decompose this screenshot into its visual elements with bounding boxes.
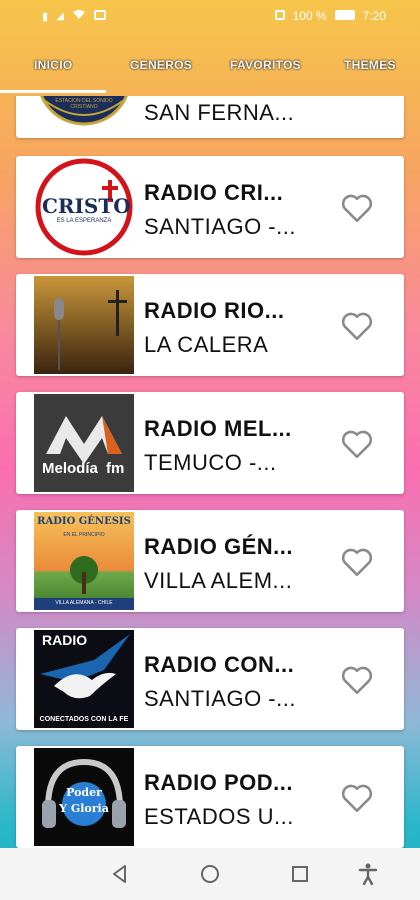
tab-inicio[interactable]: INICIO xyxy=(34,58,72,72)
station-logo: Poder Y Gloria xyxy=(34,748,134,846)
favorite-heart-icon[interactable] xyxy=(340,664,374,696)
signal-icon: ◢ xyxy=(56,10,64,22)
station-title: RADIO POD... xyxy=(144,770,294,795)
tab-bar: INICIO GENEROS FAVORITOS THEMES xyxy=(0,34,420,96)
favorite-heart-icon[interactable] xyxy=(340,782,374,814)
clock: 7:20 xyxy=(362,9,386,23)
recents-icon[interactable] xyxy=(288,862,312,886)
station-card[interactable]: RADIO GÉNESIS EN EL PRINCIPIO VILLA ALEM… xyxy=(16,510,404,612)
station-title: RADIO CRI... xyxy=(144,180,284,205)
station-card[interactable]: ESTACION DEL SONIDO CRISTIANO SAN FERNA.… xyxy=(16,96,404,138)
station-logo: CRISTO ES LA ESPERANZA xyxy=(34,158,134,256)
station-list[interactable]: ESTACION DEL SONIDO CRISTIANO SAN FERNA.… xyxy=(0,96,420,848)
station-card[interactable]: RADIO RIO... LA CALERA xyxy=(16,274,404,376)
station-card[interactable]: Poder Y Gloria RADIO POD... ESTADOS U... xyxy=(16,746,404,848)
station-logo: ESTACION DEL SONIDO CRISTIANO xyxy=(34,96,134,136)
battery-icon xyxy=(334,9,355,23)
status-bar: ▮ ◢ 100 % 7:20 xyxy=(0,0,420,34)
station-location: LA CALERA xyxy=(144,332,269,357)
station-logo: Melodía fm xyxy=(34,394,134,492)
station-title: RADIO GÉN... xyxy=(144,534,294,559)
system-nav-bar xyxy=(0,848,420,900)
sim-icon: ▮ xyxy=(42,10,49,23)
station-location: SANTIAGO -... xyxy=(144,214,296,239)
battery-percent: 100 % xyxy=(292,9,327,23)
message-icon xyxy=(93,9,106,23)
tab-themes[interactable]: THEMES xyxy=(344,58,396,72)
station-location: SANTIAGO -... xyxy=(144,686,296,711)
accessibility-icon[interactable] xyxy=(356,862,380,886)
station-card[interactable]: RADIO CONECTADOS CON LA FE RADIO CON... … xyxy=(16,628,404,730)
station-card[interactable]: CRISTO ES LA ESPERANZA RADIO CRI... SANT… xyxy=(16,156,404,258)
selected-tab-indicator xyxy=(0,90,106,93)
station-title: SAN FERNA... xyxy=(144,100,295,125)
station-card[interactable]: Melodía fm RADIO MEL... TEMUCO -... xyxy=(16,392,404,494)
station-title: RADIO CON... xyxy=(144,652,295,677)
vibrate-icon xyxy=(274,9,285,23)
favorite-heart-icon[interactable] xyxy=(340,192,374,224)
home-icon[interactable] xyxy=(198,862,222,886)
wifi-icon xyxy=(72,9,86,23)
station-logo: RADIO CONECTADOS CON LA FE xyxy=(34,630,134,728)
favorite-heart-icon[interactable] xyxy=(340,546,374,578)
favorite-heart-icon[interactable] xyxy=(340,428,374,460)
station-logo: RADIO GÉNESIS EN EL PRINCIPIO VILLA ALEM… xyxy=(34,512,134,610)
station-title: RADIO MEL... xyxy=(144,416,292,441)
favorite-heart-icon[interactable] xyxy=(340,310,374,342)
tab-favoritos[interactable]: FAVORITOS xyxy=(230,58,301,72)
station-logo xyxy=(34,276,134,374)
back-icon[interactable] xyxy=(108,862,132,886)
station-location: ESTADOS U... xyxy=(144,804,294,829)
station-location: VILLA ALEM... xyxy=(144,568,293,593)
station-location: TEMUCO -... xyxy=(144,450,277,475)
station-title: RADIO RIO... xyxy=(144,298,285,323)
tab-generos[interactable]: GENEROS xyxy=(130,58,192,72)
